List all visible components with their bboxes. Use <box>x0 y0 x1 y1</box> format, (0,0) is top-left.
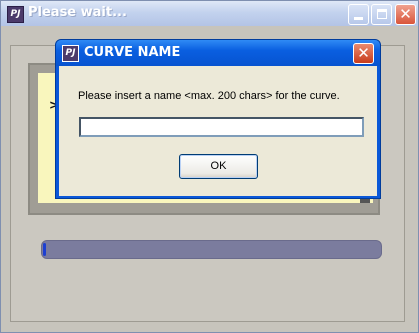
window-title: Please wait... <box>28 5 127 20</box>
progress-bar <box>41 240 382 259</box>
curve-name-dialog: PJ CURVE NAME ✕ Please insert a name <ma… <box>55 39 381 199</box>
close-icon: ✕ <box>399 5 412 23</box>
dialog-title-bar[interactable]: PJ CURVE NAME ✕ <box>56 40 380 66</box>
ok-button[interactable]: OK <box>179 154 258 179</box>
maximize-button[interactable] <box>371 4 392 25</box>
minimize-icon <box>354 17 363 20</box>
dialog-message: Please insert a name <max. 200 chars> fo… <box>78 90 340 102</box>
close-icon: ✕ <box>357 44 370 62</box>
window-title-bar[interactable]: PJ Please wait... ✕ <box>1 1 418 26</box>
curve-name-input[interactable] <box>79 117 364 137</box>
maximize-icon <box>377 9 387 19</box>
dialog-close-button[interactable]: ✕ <box>353 43 374 64</box>
dialog-title: CURVE NAME <box>84 45 181 60</box>
progress-fill <box>43 243 46 256</box>
dialog-app-icon: PJ <box>62 45 79 62</box>
dialog-body: Please insert a name <max. 200 chars> fo… <box>59 66 377 196</box>
close-button[interactable]: ✕ <box>395 4 416 25</box>
minimize-button[interactable] <box>348 4 369 25</box>
app-icon: PJ <box>7 6 24 23</box>
